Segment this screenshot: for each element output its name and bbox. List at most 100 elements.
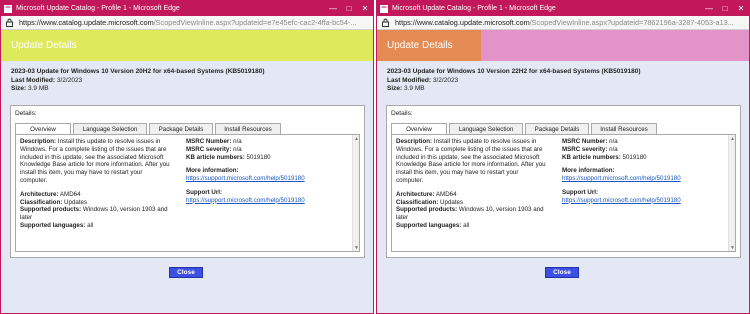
maximize-icon[interactable]: □ [717, 1, 733, 16]
support-url-label: Support Url: [186, 188, 223, 196]
update-details-banner: Update Details [377, 30, 749, 61]
tab-language-selection[interactable]: Language Selection [73, 123, 147, 134]
address-bar[interactable]: https://www.catalog.update.microsoft.com… [377, 16, 749, 30]
supported-languages-value: all [463, 221, 470, 229]
msrc-number-value: n/a [609, 138, 618, 145]
classification-label: Classification: [20, 198, 63, 206]
panel-scrollbar[interactable]: ▲ ▼ [728, 135, 735, 251]
close-button[interactable]: Close [169, 267, 203, 278]
overview-right-column: MSRC Number: n/a MSRC severity: n/a KB a… [562, 138, 712, 205]
maximize-icon[interactable]: □ [341, 1, 357, 16]
architecture-value: AMD64 [435, 190, 457, 198]
browser-window-right: Microsoft Update Catalog - Profile 1 - M… [376, 0, 750, 314]
msrc-number-value: n/a [233, 138, 242, 145]
close-icon[interactable]: ✕ [733, 1, 749, 16]
overview-left-column: Description: Install this update to reso… [20, 138, 170, 230]
more-info-label: More information: [562, 167, 615, 175]
update-title: 2023-03 Update for Windows 10 Version 22… [387, 68, 641, 75]
classification-value: Updates [64, 198, 88, 206]
architecture-value: AMD64 [59, 190, 81, 198]
support-url-link[interactable]: https://support.microsoft.com/help/50191… [186, 197, 336, 205]
update-meta: 2023-03 Update for Windows 10 Version 22… [377, 61, 749, 94]
browser-window-left: Microsoft Update Catalog - Profile 1 - M… [0, 0, 374, 314]
title-bar[interactable]: Microsoft Update Catalog - Profile 1 - M… [377, 1, 749, 16]
panel-scrollbar[interactable]: ▲ ▼ [352, 135, 359, 251]
supported-products-label: Supported products: [396, 206, 458, 214]
update-title: 2023-03 Update for Windows 10 Version 20… [11, 68, 265, 75]
supported-languages-label: Supported languages: [396, 221, 462, 229]
close-icon[interactable]: ✕ [357, 1, 373, 16]
last-modified-value: 3/2/2023 [432, 76, 459, 84]
description-label: Description: [20, 138, 57, 145]
details-box: Details: Overview Language Selection Pac… [10, 105, 365, 258]
edge-page-icon [4, 4, 12, 13]
classification-label: Classification: [396, 198, 439, 206]
more-info-label: More information: [186, 167, 239, 175]
overview-panel: Description: Install this update to reso… [391, 134, 736, 252]
scroll-up-icon[interactable]: ▲ [353, 135, 359, 142]
scroll-down-icon[interactable]: ▼ [353, 244, 359, 251]
support-url-link[interactable]: https://support.microsoft.com/help/50191… [562, 197, 712, 205]
last-modified-label: Last Modified: [11, 76, 56, 84]
minimize-icon[interactable]: — [325, 1, 341, 16]
more-info-link[interactable]: https://support.microsoft.com/help/50191… [186, 175, 336, 183]
tab-install-resources[interactable]: Install Resources [591, 123, 657, 134]
size-value: 3.9 MB [403, 85, 425, 92]
size-label: Size: [387, 85, 403, 92]
msrc-severity-value: n/a [233, 145, 242, 153]
url-host: https://www.catalog.update.microsoft.com [19, 18, 154, 27]
url-host: https://www.catalog.update.microsoft.com [395, 18, 530, 27]
update-meta: 2023-03 Update for Windows 10 Version 20… [1, 61, 373, 94]
description-value: Install this update to resolve issues in… [396, 138, 546, 184]
window-title: Microsoft Update Catalog - Profile 1 - M… [392, 5, 556, 12]
scroll-up-icon[interactable]: ▲ [729, 135, 735, 142]
tab-package-details[interactable]: Package Details [525, 123, 589, 134]
last-modified-value: 3/2/2023 [56, 76, 83, 84]
tab-install-resources[interactable]: Install Resources [215, 123, 281, 134]
title-bar[interactable]: Microsoft Update Catalog - Profile 1 - M… [1, 1, 373, 16]
supported-languages-label: Supported languages: [20, 221, 86, 229]
msrc-number-label: MSRC Number: [562, 138, 608, 145]
window-title: Microsoft Update Catalog - Profile 1 - M… [16, 5, 180, 12]
kb-label: KB article numbers: [186, 153, 245, 161]
classification-value: Updates [440, 198, 464, 206]
overview-panel: Description: Install this update to reso… [15, 134, 360, 252]
banner-title: Update Details [11, 40, 77, 51]
details-label: Details: [15, 110, 37, 117]
address-bar[interactable]: https://www.catalog.update.microsoft.com… [1, 16, 373, 30]
description-text: Description: Install this update to reso… [396, 138, 546, 185]
supported-products-label: Supported products: [20, 206, 82, 214]
overview-right-column: MSRC Number: n/a MSRC severity: n/a KB a… [186, 138, 336, 205]
description-label: Description: [396, 138, 433, 145]
size-label: Size: [11, 85, 27, 92]
url-path: /ScopedViewInline.aspx?updateid=e7e45efc… [153, 18, 357, 27]
close-button[interactable]: Close [545, 267, 579, 278]
more-info-link[interactable]: https://support.microsoft.com/help/50191… [562, 175, 712, 183]
msrc-severity-label: MSRC severity: [562, 145, 608, 153]
update-details-banner: Update Details [1, 30, 373, 61]
lock-icon[interactable] [381, 18, 390, 27]
kb-label: KB article numbers: [562, 153, 621, 161]
supported-languages-value: all [87, 221, 94, 229]
size-value: 3.9 MB [27, 85, 49, 92]
msrc-severity-label: MSRC severity: [186, 145, 232, 153]
details-box: Details: Overview Language Selection Pac… [386, 105, 741, 258]
description-value: Install this update to resolve issues in… [20, 138, 170, 184]
kb-value: 5019180 [246, 153, 271, 161]
kb-value: 5019180 [622, 153, 647, 161]
architecture-label: Architecture: [396, 190, 435, 198]
tab-package-details[interactable]: Package Details [149, 123, 213, 134]
scroll-down-icon[interactable]: ▼ [729, 244, 735, 251]
minimize-icon[interactable]: — [701, 1, 717, 16]
details-label: Details: [391, 110, 413, 117]
lock-icon[interactable] [5, 18, 14, 27]
overview-left-column: Description: Install this update to reso… [396, 138, 546, 230]
url-path: /ScopedViewInline.aspx?updateid=7862196a… [529, 18, 734, 27]
tab-language-selection[interactable]: Language Selection [449, 123, 523, 134]
support-url-label: Support Url: [562, 188, 599, 196]
edge-page-icon [380, 4, 388, 13]
architecture-label: Architecture: [20, 190, 59, 198]
description-text: Description: Install this update to reso… [20, 138, 170, 185]
msrc-number-label: MSRC Number: [186, 138, 232, 145]
msrc-severity-value: n/a [609, 145, 618, 153]
